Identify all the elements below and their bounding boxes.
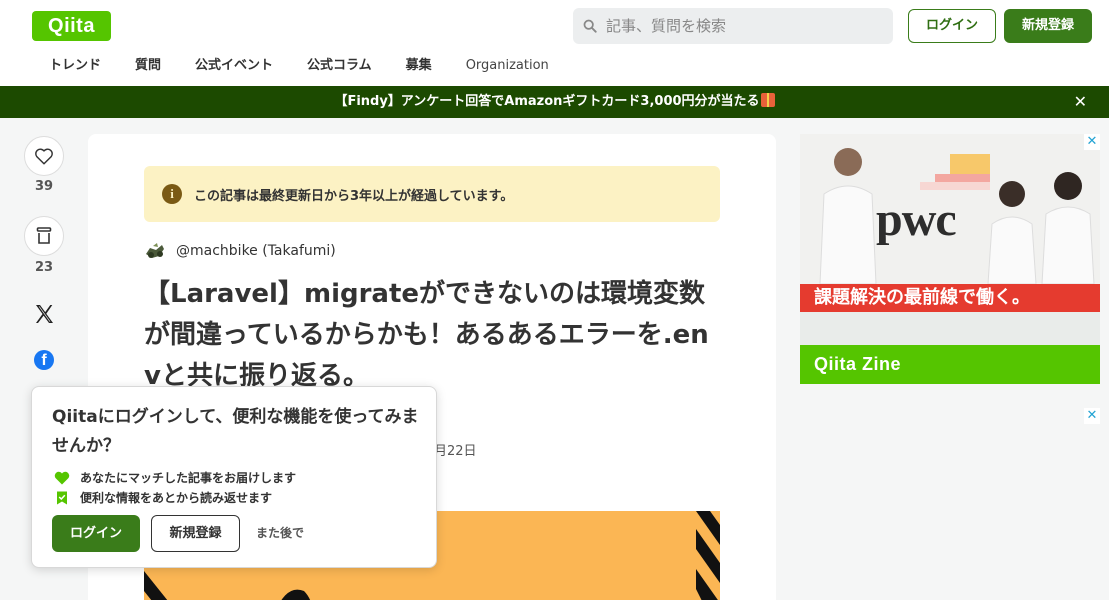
sidebar-ad[interactable]: pwc 課題解決の最前線で働く。 Qiita Zine ✕: [800, 134, 1100, 384]
heart-icon: [35, 148, 53, 165]
login-prompt-popup: Qiitaにログインして、便利な機能を使ってみませんか？ あなたにマッチした記事…: [31, 386, 437, 568]
popup-login-button[interactable]: ログイン: [52, 515, 140, 552]
like-button[interactable]: [24, 136, 64, 176]
ad-close-icon-2[interactable]: ✕: [1084, 408, 1100, 424]
notice-text: この記事は最終更新日から3年以上が経過しています。: [194, 188, 514, 204]
signup-button[interactable]: 新規登録: [1004, 9, 1092, 43]
popup-title: Qiitaにログインして、便利な機能を使ってみませんか？: [52, 407, 419, 456]
ad-caption: 課題解決の最前線で働く。: [800, 284, 1100, 312]
facebook-share-icon[interactable]: f: [34, 350, 54, 370]
info-icon: i: [162, 184, 182, 204]
close-icon[interactable]: ✕: [1074, 86, 1087, 118]
qiita-logo[interactable]: Qiita: [32, 11, 111, 41]
popup-later-link[interactable]: また後で: [256, 515, 304, 552]
gift-icon: [760, 93, 775, 107]
popup-feature-text: 便利な情報をあとから読み返せます: [80, 491, 273, 505]
stock-count: 23: [34, 260, 54, 275]
stock-button[interactable]: [24, 216, 64, 256]
campaign-banner[interactable]: 【Findy】アンケート回答でAmazonギフトカード3,000円分が当たる ✕: [0, 86, 1109, 118]
ad-close-icon[interactable]: ✕: [1084, 134, 1100, 150]
site-header: Qiita ログイン 新規登録 トレンド 質問 公式イベント 公式コラム 募集 …: [0, 0, 1109, 86]
author-link[interactable]: @machbike (Takafumi): [144, 240, 336, 262]
search-box[interactable]: [573, 8, 893, 44]
nav-item-official-events[interactable]: 公式イベント: [178, 52, 290, 82]
popup-feature-text: あなたにマッチした記事をお届けします: [80, 471, 297, 485]
author-name: @machbike (Takafumi): [176, 243, 336, 259]
bookmark-check-icon: [57, 491, 67, 504]
popup-signup-button[interactable]: 新規登録: [151, 515, 240, 552]
avatar: [144, 240, 166, 262]
search-icon: [583, 19, 597, 33]
qiita-zine-logo: Qiita Zine: [800, 345, 1100, 384]
like-count: 39: [34, 179, 54, 194]
x-share-icon[interactable]: [32, 302, 56, 326]
nav-item-recruitment[interactable]: 募集: [389, 52, 449, 82]
post-date: 月22日: [434, 444, 477, 459]
nav-item-questions[interactable]: 質問: [118, 52, 178, 82]
nav-item-organization[interactable]: Organization: [449, 52, 566, 82]
nav-item-trend[interactable]: トレンド: [32, 52, 118, 82]
popup-feature-1: あなたにマッチした記事をお届けします: [54, 469, 296, 486]
login-button[interactable]: ログイン: [908, 9, 996, 43]
heart-icon: [54, 471, 70, 484]
stock-icon: [36, 227, 52, 244]
global-nav: トレンド 質問 公式イベント 公式コラム 募集 Organization: [32, 52, 566, 82]
banner-text: 【Findy】アンケート回答でAmazonギフトカード3,000円分が当たる: [334, 94, 760, 109]
article-title: 【Laravel】migrateができないのは環境変数が間違っているからかも！あ…: [144, 279, 709, 391]
popup-feature-2: 便利な情報をあとから読み返せます: [54, 489, 272, 506]
nav-item-official-columns[interactable]: 公式コラム: [290, 52, 389, 82]
pwc-logo: pwc: [876, 193, 957, 246]
search-input[interactable]: [606, 17, 876, 35]
outdated-notice: i この記事は最終更新日から3年以上が経過しています。: [144, 166, 720, 222]
